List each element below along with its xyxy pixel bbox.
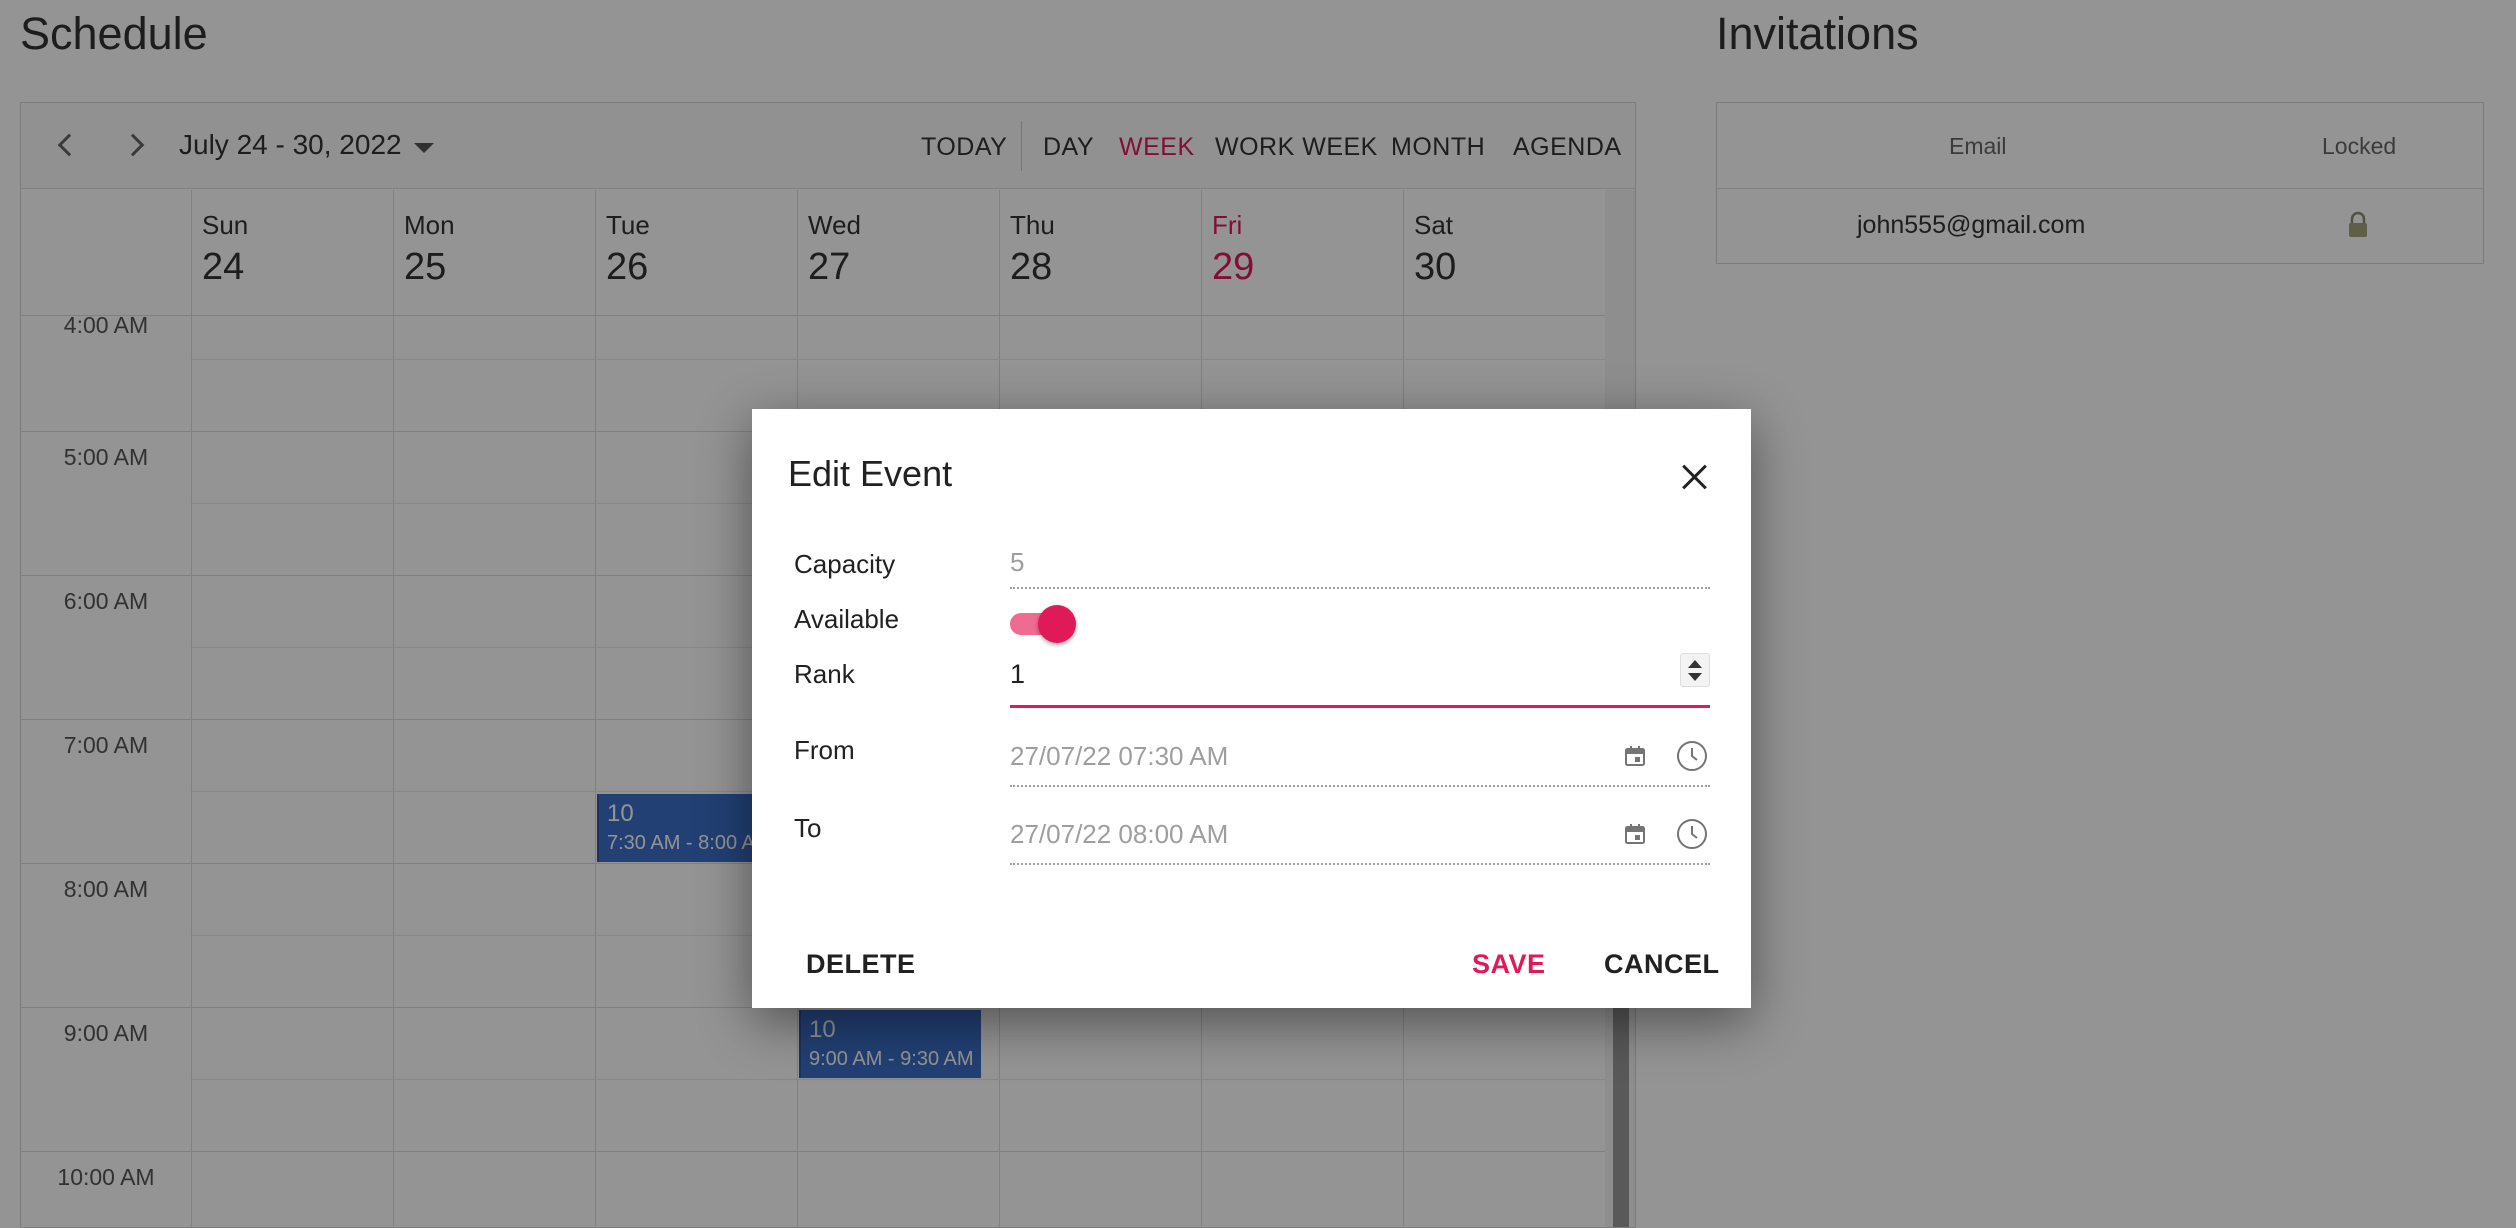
to-value: 27/07/22 08:00 AM [1010, 819, 1229, 849]
capacity-value: 5 [1010, 547, 1025, 577]
cancel-button[interactable]: CANCEL [1604, 949, 1720, 980]
from-datetime-field: 27/07/22 07:30 AM [1010, 729, 1710, 789]
calendar-icon[interactable] [1624, 745, 1646, 767]
rank-spinner[interactable] [1680, 653, 1710, 687]
field-underline [1010, 587, 1710, 589]
dialog-title: Edit Event [788, 453, 953, 494]
toggle-thumb [1038, 605, 1076, 643]
save-button[interactable]: SAVE [1472, 949, 1546, 980]
from-value: 27/07/22 07:30 AM [1010, 741, 1229, 771]
rank-value[interactable]: 1 [1010, 659, 1025, 690]
clock-icon[interactable] [1675, 817, 1709, 851]
available-label: Available [794, 604, 900, 634]
field-underline [1010, 863, 1710, 865]
available-toggle[interactable] [1010, 605, 1080, 643]
field-underline [1010, 785, 1710, 787]
to-datetime-field: 27/07/22 08:00 AM [1010, 807, 1710, 867]
field-underline-active [1010, 705, 1710, 708]
rank-label: Rank [794, 659, 855, 689]
calendar-icon[interactable] [1624, 823, 1646, 845]
clock-icon[interactable] [1675, 739, 1709, 773]
edit-event-dialog: Edit Event Capacity 5 Available Rank 1 F… [752, 409, 1751, 1008]
spin-up-icon[interactable] [1688, 660, 1702, 668]
capacity-label: Capacity [794, 549, 896, 579]
to-label: To [794, 813, 822, 843]
spin-down-icon[interactable] [1688, 673, 1702, 681]
close-icon[interactable] [1674, 457, 1714, 497]
rank-input[interactable]: 1 [1010, 653, 1710, 709]
capacity-field: 5 [1010, 543, 1710, 589]
delete-button[interactable]: DELETE [806, 949, 916, 980]
from-label: From [794, 735, 855, 765]
